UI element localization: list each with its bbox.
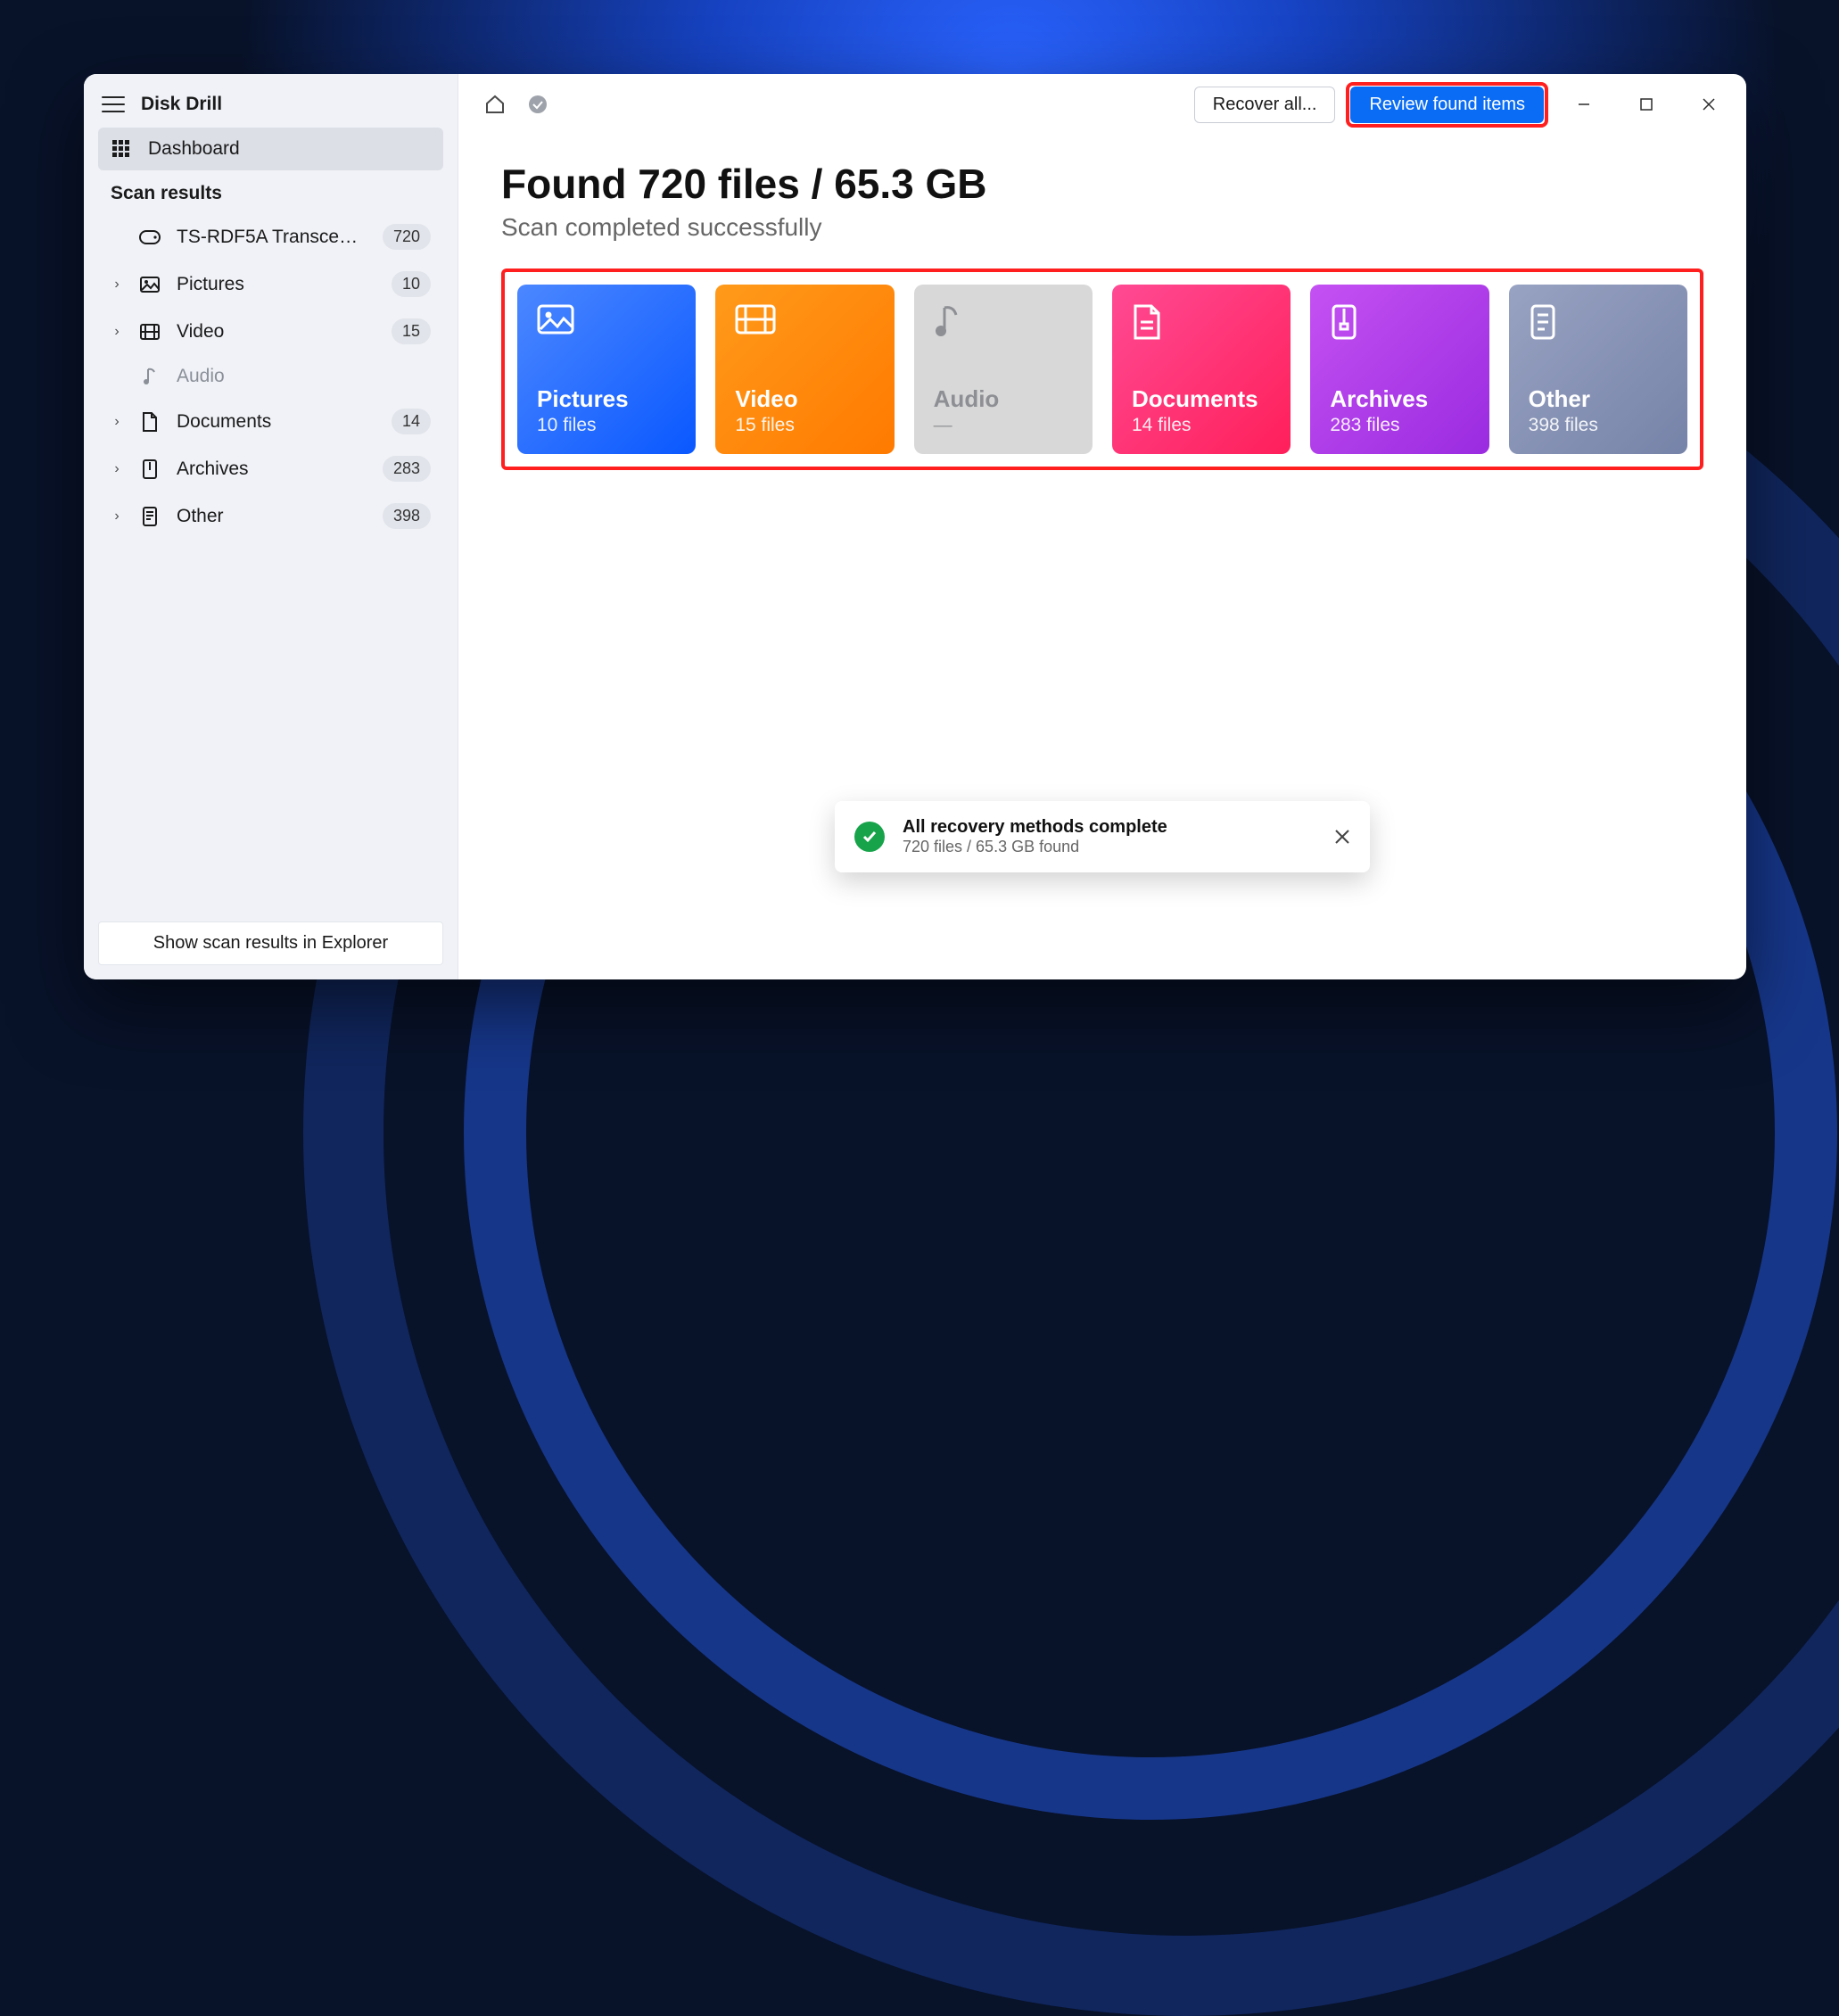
- film-icon: [139, 324, 161, 340]
- window-minimize-button[interactable]: [1559, 87, 1609, 122]
- drive-icon: [139, 230, 161, 244]
- app-name: Disk Drill: [141, 94, 222, 115]
- chevron-right-icon: ›: [111, 277, 123, 293]
- main-panel: Recover all... Review found items Found …: [458, 74, 1746, 979]
- count-badge: 283: [383, 456, 431, 482]
- sidebar-item-dashboard[interactable]: Dashboard: [98, 128, 443, 170]
- card-title: Audio: [934, 385, 1073, 413]
- status-check-icon: [523, 89, 553, 120]
- sidebar-item-archives[interactable]: › Archives 283: [98, 445, 443, 492]
- document-icon: [139, 412, 161, 432]
- count-badge: 398: [383, 503, 431, 529]
- button-label: Show scan results in Explorer: [153, 933, 388, 953]
- results-headline: Found 720 files / 65.3 GB: [501, 160, 1703, 208]
- chevron-right-icon: ›: [111, 461, 123, 477]
- film-icon: [735, 304, 874, 351]
- card-sub: 283 files: [1330, 415, 1469, 436]
- sidebar-item-documents[interactable]: › Documents 14: [98, 398, 443, 445]
- image-icon: [537, 304, 676, 351]
- sidebar-item-label: Archives: [177, 459, 367, 480]
- button-label: Recover all...: [1213, 95, 1317, 114]
- chevron-right-icon: ›: [111, 324, 123, 340]
- music-icon: [139, 367, 161, 386]
- sidebar-item-label: Other: [177, 506, 367, 527]
- archive-icon: [139, 459, 161, 479]
- sidebar-item-pictures[interactable]: › Pictures 10: [98, 260, 443, 308]
- toast-sub: 720 files / 65.3 GB found: [903, 838, 1316, 856]
- music-icon: [934, 304, 1073, 351]
- card-sub: 398 files: [1529, 415, 1668, 436]
- sidebar-item-label: Dashboard: [148, 138, 431, 160]
- button-label: Review found items: [1369, 95, 1525, 114]
- completion-toast: All recovery methods complete 720 files …: [835, 801, 1370, 872]
- count-badge: 15: [392, 318, 431, 344]
- sidebar-item-label: Documents: [177, 411, 375, 433]
- card-pictures[interactable]: Pictures 10 files: [517, 285, 696, 454]
- count-badge: 720: [383, 224, 431, 250]
- card-video[interactable]: Video 15 files: [715, 285, 894, 454]
- toast-body: All recovery methods complete 720 files …: [903, 817, 1316, 856]
- chevron-right-icon: ›: [111, 508, 123, 525]
- card-documents[interactable]: Documents 14 files: [1112, 285, 1291, 454]
- card-archives[interactable]: Archives 283 files: [1310, 285, 1489, 454]
- sidebar: Disk Drill Dashboard Scan results TS-RDF…: [84, 74, 458, 979]
- card-sub: 14 files: [1132, 415, 1271, 436]
- sidebar-item-other[interactable]: › Other 398: [98, 492, 443, 540]
- card-audio: Audio —: [914, 285, 1093, 454]
- chevron-right-icon: ›: [111, 414, 123, 430]
- card-sub: —: [934, 415, 1073, 436]
- card-title: Video: [735, 385, 874, 413]
- show-in-explorer-button[interactable]: Show scan results in Explorer: [98, 921, 443, 965]
- sidebar-item-video[interactable]: › Video 15: [98, 308, 443, 355]
- sidebar-item-label: Audio: [177, 366, 431, 387]
- document-icon: [1132, 304, 1271, 351]
- menu-icon[interactable]: [102, 96, 125, 112]
- count-badge: 14: [392, 409, 431, 434]
- archive-icon: [1330, 304, 1469, 351]
- toast-title: All recovery methods complete: [903, 817, 1316, 838]
- toast-close-button[interactable]: [1334, 829, 1350, 845]
- app-window: Disk Drill Dashboard Scan results TS-RDF…: [84, 74, 1746, 979]
- card-title: Other: [1529, 385, 1668, 413]
- card-other[interactable]: Other 398 files: [1509, 285, 1687, 454]
- count-badge: 10: [392, 271, 431, 297]
- card-title: Archives: [1330, 385, 1469, 413]
- window-close-button[interactable]: [1684, 87, 1734, 122]
- review-highlight: Review found items: [1348, 84, 1546, 126]
- card-sub: 10 files: [537, 415, 676, 436]
- titlebar: Recover all... Review found items: [458, 74, 1746, 135]
- card-title: Documents: [1132, 385, 1271, 413]
- window-maximize-button[interactable]: [1621, 87, 1671, 122]
- image-icon: [139, 277, 161, 293]
- category-cards-highlight: Pictures 10 files Video 15 files Audio —: [501, 269, 1703, 470]
- home-icon[interactable]: [480, 89, 510, 120]
- sidebar-item-device[interactable]: TS-RDF5A Transcend US... 720: [98, 213, 443, 260]
- grid-icon: [111, 140, 132, 158]
- card-title: Pictures: [537, 385, 676, 413]
- results-content: Found 720 files / 65.3 GB Scan completed…: [458, 135, 1746, 470]
- sidebar-item-label: Video: [177, 321, 375, 343]
- sidebar-header: Disk Drill: [98, 87, 443, 128]
- sidebar-section-title: Scan results: [98, 170, 443, 213]
- sidebar-item-label: TS-RDF5A Transcend US...: [177, 227, 367, 248]
- results-subhead: Scan completed successfully: [501, 213, 1703, 242]
- sidebar-item-audio[interactable]: Audio: [98, 355, 443, 398]
- file-icon: [1529, 304, 1668, 351]
- recover-all-button[interactable]: Recover all...: [1194, 87, 1336, 123]
- file-icon: [139, 507, 161, 526]
- check-icon: [854, 822, 885, 852]
- sidebar-item-label: Pictures: [177, 274, 375, 295]
- card-sub: 15 files: [735, 415, 874, 436]
- review-found-items-button[interactable]: Review found items: [1350, 87, 1544, 123]
